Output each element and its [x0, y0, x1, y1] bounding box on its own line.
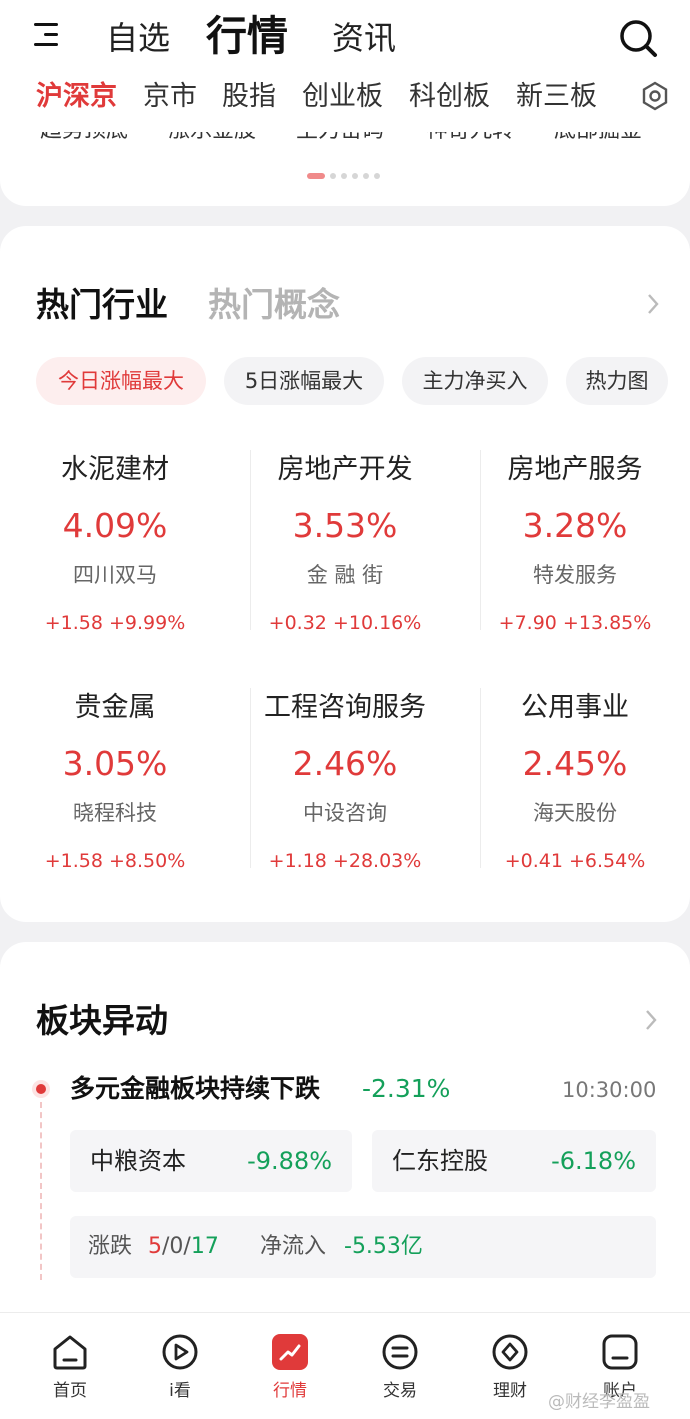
nav-label: 理财 — [493, 1381, 527, 1401]
stock-name: 中粮资本 — [90, 1147, 186, 1175]
leading-stock-change: +7.90 +13.85% — [498, 612, 652, 634]
sector-movement-card: 板块异动 多元金融板块持续下跌 -2.31% 10:30:00 中粮资本 -9.… — [0, 942, 690, 1322]
up-count: 5 — [148, 1234, 162, 1259]
nav-wealth[interactable]: 理财 — [465, 1331, 555, 1403]
nav-label: 首页 — [53, 1381, 87, 1401]
nav-label: i看 — [169, 1381, 191, 1401]
stock-box[interactable]: 仁东控股 -6.18% — [372, 1130, 656, 1192]
account-icon — [602, 1334, 638, 1370]
chart-icon — [272, 1334, 308, 1370]
timeline-line — [40, 1102, 42, 1280]
nav-label: 行情 — [273, 1381, 307, 1401]
industry-name: 贵金属 — [74, 692, 156, 723]
industry-name: 公用事业 — [521, 692, 629, 723]
watermark: @财经李盈盈 — [548, 1392, 650, 1412]
industry-tile[interactable]: 工程咨询服务 2.46% 中设咨询 +1.18 +28.03% — [230, 690, 460, 874]
industry-tile[interactable]: 房地产开发 3.53% 金 融 街 +0.32 +10.16% — [230, 452, 460, 636]
net-flow-label: 净流入 — [260, 1234, 327, 1259]
hot-concept-title[interactable]: 热门概念 — [208, 284, 340, 326]
search-icon[interactable] — [618, 18, 658, 58]
leading-stock: 特发服务 — [533, 563, 617, 587]
nav-market[interactable]: 行情 — [245, 1331, 335, 1403]
flat-count: 0 — [169, 1234, 184, 1259]
industry-tile[interactable]: 公用事业 2.45% 海天股份 +0.41 +6.54% — [460, 690, 690, 874]
page-dot-active — [307, 173, 325, 179]
updown-label: 涨跌 — [88, 1234, 133, 1259]
industry-pct: 2.45% — [522, 744, 628, 783]
event-time: 10:30:00 — [562, 1078, 657, 1102]
page-dot — [330, 173, 336, 179]
net-flow-value: -5.53亿 — [344, 1234, 423, 1259]
filter-5day-top[interactable]: 5日涨幅最大 — [224, 357, 384, 405]
industry-name: 房地产服务 — [507, 454, 643, 485]
leading-stock: 金 融 街 — [306, 563, 384, 587]
subtab-star[interactable]: 科创板 — [409, 78, 490, 116]
industry-pct: 3.53% — [292, 506, 398, 545]
subtab-index[interactable]: 股指 — [222, 78, 276, 116]
chevron-right-icon[interactable] — [644, 1008, 658, 1032]
stock-pct: -9.88% — [247, 1147, 332, 1175]
page-dot — [341, 173, 347, 179]
tabs-fade — [600, 74, 630, 120]
hot-industry-card: 热门行业 热门概念 今日涨幅最大 5日涨幅最大 主力净买入 热力图 水泥建材 4… — [0, 226, 690, 922]
nav-label: 交易 — [383, 1381, 417, 1401]
industry-tile[interactable]: 水泥建材 4.09% 四川双马 +1.58 +9.99% — [0, 452, 230, 636]
leading-stock-change: +1.58 +8.50% — [44, 850, 186, 872]
diamond-icon — [492, 1334, 528, 1370]
trade-icon — [382, 1334, 418, 1370]
page-dot — [352, 173, 358, 179]
hot-industry-title[interactable]: 热门行业 — [36, 284, 168, 326]
leading-stock-change: +1.58 +9.99% — [44, 612, 186, 634]
industry-pct: 4.09% — [62, 506, 168, 545]
subtab-bj[interactable]: 京市 — [143, 78, 197, 116]
leading-stock-change: +0.41 +6.54% — [504, 850, 646, 872]
filter-heatmap[interactable]: 热力图 — [566, 357, 668, 405]
nav-trade[interactable]: 交易 — [355, 1331, 445, 1403]
top-header: 自选 行情 资讯 沪深京 京市 股指 创业板 科创板 新三板 — [0, 0, 690, 132]
event-title[interactable]: 多元金融板块持续下跌 — [70, 1071, 320, 1107]
industry-name: 水泥建材 — [61, 454, 169, 485]
down-count: 17 — [190, 1234, 219, 1259]
stock-pct: -6.18% — [551, 1147, 636, 1175]
subtab-hs[interactable]: 沪深京 — [36, 78, 117, 116]
page-dot — [374, 173, 380, 179]
event-pct: -2.31% — [362, 1074, 451, 1103]
play-icon — [162, 1334, 198, 1370]
industry-tile[interactable]: 贵金属 3.05% 晓程科技 +1.58 +8.50% — [0, 690, 230, 874]
chevron-right-icon[interactable] — [646, 292, 660, 316]
stats-box: 涨跌 5/0/17 净流入 -5.53亿 — [70, 1216, 656, 1278]
nav-home[interactable]: 首页 — [25, 1331, 115, 1403]
tab-market[interactable]: 行情 — [206, 11, 288, 61]
stock-name: 仁东控股 — [392, 1147, 488, 1175]
filter-main-net-buy[interactable]: 主力净买入 — [402, 357, 548, 405]
leading-stock: 中设咨询 — [303, 801, 387, 825]
tab-watchlist[interactable]: 自选 — [106, 18, 170, 58]
industry-name: 工程咨询服务 — [264, 692, 426, 723]
sector-movement-title[interactable]: 板块异动 — [36, 1000, 168, 1042]
industry-tile[interactable]: 房地产服务 3.28% 特发服务 +7.90 +13.85% — [460, 452, 690, 636]
filter-today-top[interactable]: 今日涨幅最大 — [36, 357, 206, 405]
leading-stock: 四川双马 — [73, 563, 157, 587]
subtab-neeq[interactable]: 新三板 — [516, 78, 597, 116]
tab-news[interactable]: 资讯 — [332, 18, 396, 58]
menu-icon[interactable] — [34, 20, 60, 50]
industry-pct: 2.46% — [292, 744, 398, 783]
nav-ikan[interactable]: i看 — [135, 1331, 225, 1403]
leading-stock-change: +0.32 +10.16% — [268, 612, 422, 634]
industry-pct: 3.05% — [62, 744, 168, 783]
settings-icon[interactable] — [640, 80, 670, 112]
leading-stock: 海天股份 — [533, 801, 617, 825]
separator: / — [183, 1234, 191, 1259]
page-dot — [363, 173, 369, 179]
industry-name: 房地产开发 — [277, 454, 413, 485]
leading-stock: 晓程科技 — [73, 801, 157, 825]
timeline-dot — [36, 1084, 46, 1094]
stock-box[interactable]: 中粮资本 -9.88% — [70, 1130, 352, 1192]
industry-pct: 3.28% — [522, 506, 628, 545]
subtab-chinext[interactable]: 创业板 — [302, 78, 383, 116]
leading-stock-change: +1.18 +28.03% — [268, 850, 422, 872]
updown-values: 5/0/17 — [148, 1216, 219, 1278]
home-icon — [53, 1335, 87, 1370]
